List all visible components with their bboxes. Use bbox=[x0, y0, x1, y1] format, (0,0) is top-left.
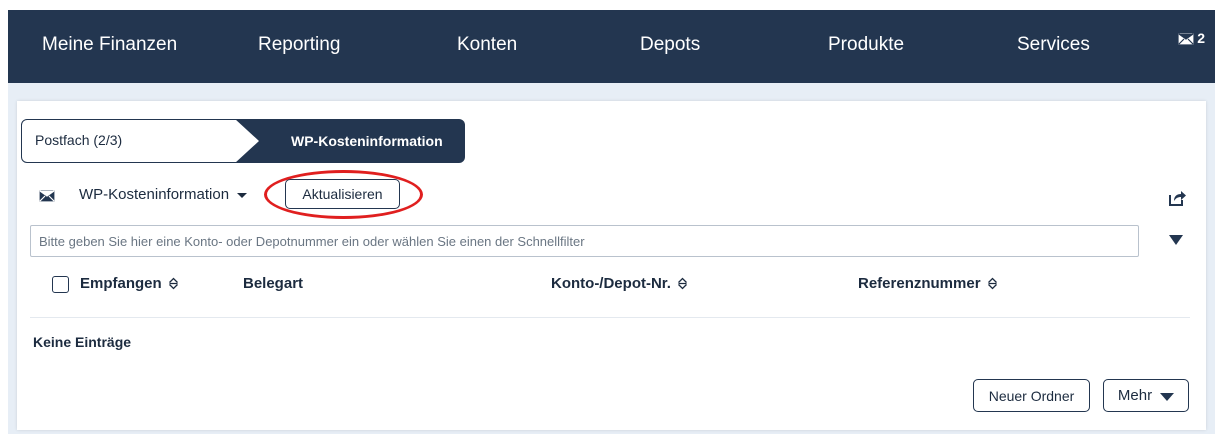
nav-item-konten[interactable]: Konten bbox=[457, 34, 517, 56]
sort-icon[interactable] bbox=[677, 277, 688, 290]
nav-item-depots[interactable]: Depots bbox=[640, 34, 700, 56]
breadcrumb-postfach[interactable]: Postfach (2/3) bbox=[21, 119, 261, 163]
account-filter-input[interactable] bbox=[30, 225, 1139, 257]
sort-icon[interactable] bbox=[168, 277, 179, 290]
chevron-down-icon bbox=[1160, 393, 1175, 401]
column-label: Referenznummer bbox=[858, 275, 981, 292]
refresh-button[interactable]: Aktualisieren bbox=[285, 179, 400, 209]
column-label: Belegart bbox=[243, 275, 304, 292]
filter-dropdown-icon[interactable] bbox=[1169, 235, 1183, 245]
share-icon[interactable] bbox=[1168, 190, 1186, 206]
column-header-konto-depot-nr[interactable]: Konto-/Depot-Nr. bbox=[551, 275, 688, 292]
nav-item-produkte[interactable]: Produkte bbox=[828, 34, 904, 56]
sort-icon[interactable] bbox=[987, 277, 998, 290]
column-header-referenznummer[interactable]: Referenznummer bbox=[858, 275, 998, 292]
column-header-empfangen[interactable]: Empfangen bbox=[80, 275, 179, 292]
more-button[interactable]: Mehr bbox=[1103, 379, 1189, 412]
empty-state-text: Keine Einträge bbox=[33, 334, 132, 350]
select-all-checkbox[interactable] bbox=[52, 276, 69, 293]
breadcrumb: Postfach (2/3) WP-Kosteninformation bbox=[21, 119, 465, 163]
column-header-belegart: Belegart bbox=[243, 275, 303, 292]
mail-count-badge: 2 bbox=[1197, 30, 1205, 46]
nav-item-reporting[interactable]: Reporting bbox=[258, 34, 340, 56]
folder-dropdown-label: WP-Kosteninformation bbox=[79, 186, 230, 203]
table-divider bbox=[30, 317, 1190, 318]
envelope-icon bbox=[1178, 33, 1195, 45]
column-label: Konto-/Depot-Nr. bbox=[551, 275, 671, 292]
column-label: Empfangen bbox=[80, 275, 162, 292]
folder-dropdown[interactable]: WP-Kosteninformation bbox=[79, 186, 248, 203]
new-folder-button[interactable]: Neuer Ordner bbox=[973, 379, 1090, 412]
more-button-label: Mehr bbox=[1117, 387, 1153, 404]
breadcrumb-current[interactable]: WP-Kosteninformation bbox=[235, 119, 465, 163]
chevron-down-icon bbox=[237, 193, 248, 198]
mailbox-button[interactable]: 2 bbox=[1178, 30, 1205, 46]
envelope-icon bbox=[39, 190, 55, 202]
nav-item-meine-finanzen[interactable]: Meine Finanzen bbox=[42, 34, 177, 56]
nav-item-services[interactable]: Services bbox=[1017, 34, 1090, 56]
top-navigation-bar: Meine Finanzen Reporting Konten Depots P… bbox=[8, 10, 1215, 83]
